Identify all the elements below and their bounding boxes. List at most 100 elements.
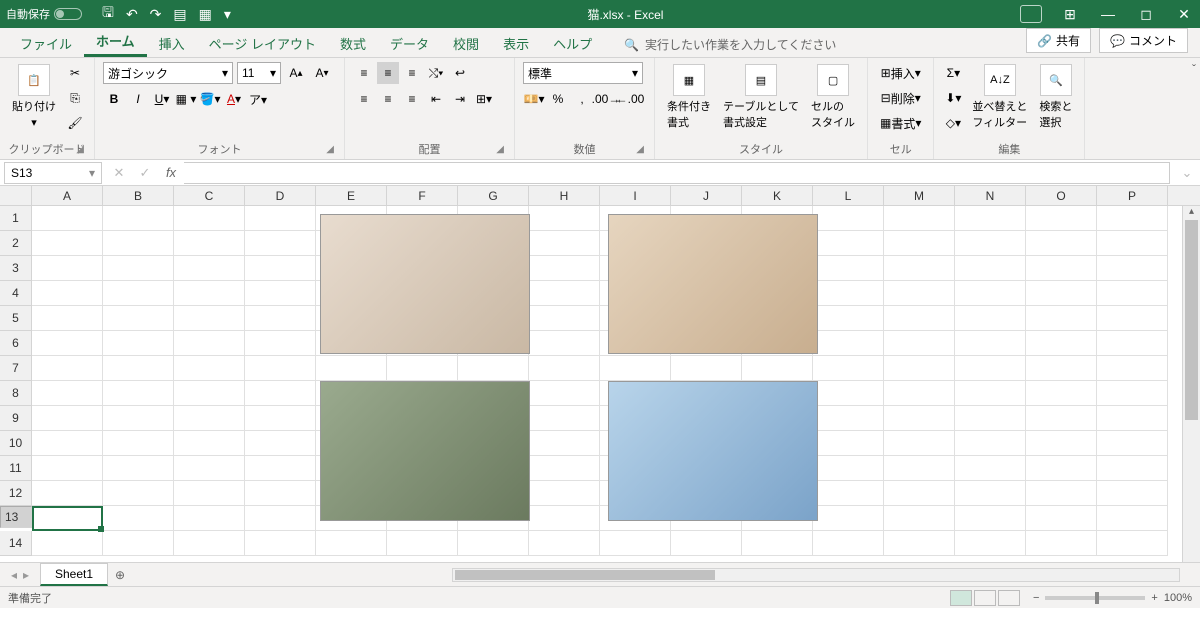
- cell[interactable]: [174, 406, 245, 431]
- underline-button[interactable]: U ▾: [151, 88, 173, 110]
- qat-dropdown-icon[interactable]: ▾: [224, 6, 231, 23]
- border-button[interactable]: ▦ ▾: [175, 88, 197, 110]
- column-header[interactable]: C: [174, 186, 245, 205]
- cell[interactable]: [32, 206, 103, 231]
- cell[interactable]: [245, 406, 316, 431]
- cell[interactable]: [955, 256, 1026, 281]
- horizontal-scrollbar[interactable]: [452, 568, 1180, 582]
- row-header[interactable]: 5: [0, 306, 32, 331]
- cell[interactable]: [884, 456, 955, 481]
- cell[interactable]: [32, 231, 103, 256]
- cell[interactable]: [32, 331, 103, 356]
- add-sheet-button[interactable]: ⊕: [108, 568, 132, 582]
- cell[interactable]: [1097, 256, 1168, 281]
- row-header[interactable]: 11: [0, 456, 32, 481]
- ribbon-display-icon[interactable]: ⊞: [1060, 6, 1080, 23]
- cell[interactable]: [103, 381, 174, 406]
- autosave-pill[interactable]: [54, 8, 82, 20]
- cell[interactable]: [955, 406, 1026, 431]
- cell[interactable]: [1097, 506, 1168, 531]
- cell[interactable]: [813, 281, 884, 306]
- cell[interactable]: [103, 306, 174, 331]
- embedded-image[interactable]: [608, 214, 818, 354]
- cell[interactable]: [1026, 531, 1097, 556]
- column-header[interactable]: K: [742, 186, 813, 205]
- cell[interactable]: [742, 356, 813, 381]
- cell[interactable]: [1026, 456, 1097, 481]
- expand-formula-bar-icon[interactable]: ⌄: [1174, 165, 1200, 181]
- cell[interactable]: [245, 281, 316, 306]
- cell[interactable]: [955, 506, 1026, 531]
- worksheet-grid[interactable]: ABCDEFGHIJKLMNOP 1234567891011121314 ▴: [0, 186, 1200, 562]
- embedded-image[interactable]: [608, 381, 818, 521]
- cell[interactable]: [955, 206, 1026, 231]
- zoom-level[interactable]: 100%: [1164, 592, 1192, 604]
- cell[interactable]: [458, 356, 529, 381]
- cell[interactable]: [529, 406, 600, 431]
- copy-icon[interactable]: ⎘: [64, 87, 86, 109]
- cell[interactable]: [1026, 256, 1097, 281]
- font-size-select[interactable]: 11▾: [237, 62, 281, 84]
- cell[interactable]: [813, 206, 884, 231]
- cell[interactable]: [529, 206, 600, 231]
- qat-item-icon[interactable]: ▦: [199, 6, 212, 23]
- tab-home[interactable]: ホーム: [84, 25, 147, 57]
- column-header[interactable]: E: [316, 186, 387, 205]
- cell[interactable]: [245, 481, 316, 506]
- cell[interactable]: [1026, 356, 1097, 381]
- cell[interactable]: [884, 481, 955, 506]
- cell[interactable]: [1097, 381, 1168, 406]
- cell[interactable]: [884, 431, 955, 456]
- maximize-icon[interactable]: ◻: [1136, 6, 1156, 23]
- cell[interactable]: [103, 256, 174, 281]
- cell[interactable]: [387, 356, 458, 381]
- enter-formula-icon[interactable]: ✓: [132, 165, 158, 181]
- zoom-slider[interactable]: [1045, 596, 1145, 600]
- row-header[interactable]: 7: [0, 356, 32, 381]
- row-header[interactable]: 6: [0, 331, 32, 356]
- cell[interactable]: [103, 506, 174, 531]
- cell[interactable]: [245, 431, 316, 456]
- clear-icon[interactable]: ◇▾: [942, 112, 964, 134]
- cell[interactable]: [884, 231, 955, 256]
- name-box[interactable]: S13▾: [4, 162, 102, 184]
- column-header[interactable]: O: [1026, 186, 1097, 205]
- italic-button[interactable]: I: [127, 88, 149, 110]
- tab-help[interactable]: ヘルプ: [541, 28, 604, 57]
- cell[interactable]: [884, 281, 955, 306]
- cell[interactable]: [813, 481, 884, 506]
- account-icon[interactable]: [1020, 5, 1042, 23]
- share-button[interactable]: 🔗共有: [1026, 28, 1091, 53]
- cell[interactable]: [316, 531, 387, 556]
- undo-icon[interactable]: ↶: [126, 6, 138, 23]
- font-color-button[interactable]: A▾: [223, 88, 245, 110]
- column-header[interactable]: I: [600, 186, 671, 205]
- percent-icon[interactable]: %: [547, 88, 569, 110]
- cell[interactable]: [103, 356, 174, 381]
- cell[interactable]: [245, 531, 316, 556]
- decrease-decimal-icon[interactable]: ←.00: [619, 88, 641, 110]
- sheet-tab[interactable]: Sheet1: [40, 563, 108, 586]
- cell[interactable]: [529, 506, 600, 531]
- cell[interactable]: [174, 231, 245, 256]
- page-break-view-icon[interactable]: [998, 590, 1020, 606]
- cell[interactable]: [174, 356, 245, 381]
- row-header[interactable]: 14: [0, 531, 32, 556]
- align-bottom-icon[interactable]: ≡: [401, 62, 423, 84]
- cell[interactable]: [813, 506, 884, 531]
- cell[interactable]: [245, 256, 316, 281]
- cell[interactable]: [1026, 231, 1097, 256]
- cell[interactable]: [813, 356, 884, 381]
- cell[interactable]: [174, 306, 245, 331]
- cell[interactable]: [1097, 306, 1168, 331]
- cell[interactable]: [1026, 481, 1097, 506]
- save-icon[interactable]: 🖫: [102, 2, 114, 26]
- insert-function-icon[interactable]: fx: [158, 165, 184, 180]
- cell[interactable]: [671, 356, 742, 381]
- column-header[interactable]: D: [245, 186, 316, 205]
- cell[interactable]: [529, 231, 600, 256]
- close-icon[interactable]: ✕: [1174, 6, 1194, 23]
- cell[interactable]: [103, 231, 174, 256]
- cell[interactable]: [174, 331, 245, 356]
- cell[interactable]: [955, 531, 1026, 556]
